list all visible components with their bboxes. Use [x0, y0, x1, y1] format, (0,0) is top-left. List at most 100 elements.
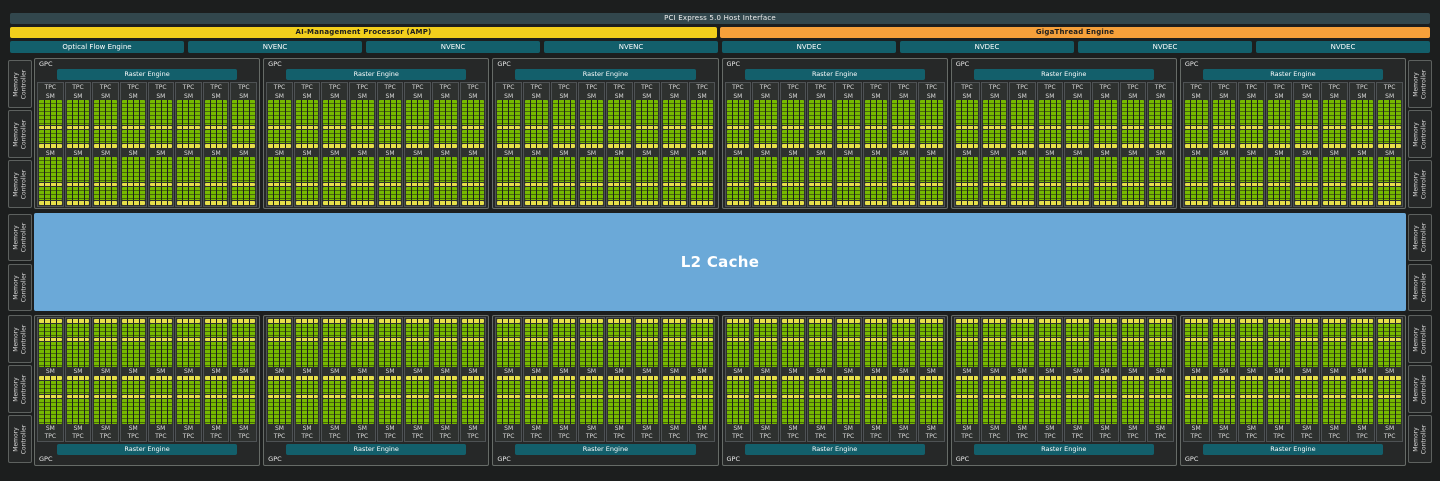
sm-label: SM [697, 92, 707, 100]
sm-register-strip [1267, 376, 1291, 380]
sm-label: SM [1155, 367, 1165, 375]
sm-block: SM [524, 375, 548, 432]
sm-label: SM [816, 149, 826, 157]
sm-block: SM [232, 149, 256, 206]
raster-engine-bar: Raster Engine [973, 444, 1154, 455]
sm-register-strip [690, 394, 714, 398]
sm-register-strip [1323, 144, 1346, 148]
sm-label: SM [1100, 424, 1110, 432]
sm-label: SM [926, 149, 936, 157]
sm-register-strip [1212, 144, 1236, 148]
sm-core-array [177, 398, 200, 424]
tpc-block: TPC SM SM [835, 82, 862, 207]
tpc-block: SM SM TPC [64, 317, 92, 442]
sm-block: SM [1323, 92, 1346, 149]
tpc-block: TPC SM SM [1091, 82, 1119, 207]
sm-core-array [726, 157, 750, 183]
ai-management-processor-bar: AI-Management Processor (AMP) [10, 27, 717, 38]
memory-controller-label: Memory Controller [1412, 424, 1428, 454]
tpc-block: SM SM TPC [1210, 317, 1238, 442]
sm-register-strip [497, 144, 520, 148]
sm-core-array [39, 100, 62, 126]
tpc-label: TPC [1016, 433, 1029, 440]
sm-label: SM [413, 424, 423, 432]
sm-register-strip [94, 337, 117, 341]
gpc-label: GPC [268, 60, 282, 68]
sm-core-array [295, 341, 319, 367]
raster-engine-bar: Raster Engine [973, 69, 1154, 80]
sm-core-array [1093, 130, 1117, 143]
sm-register-strip [497, 394, 520, 398]
sm-core-array [809, 157, 833, 183]
sm-label: SM [531, 367, 541, 375]
tpc-block: SM SM TPC [1265, 317, 1293, 442]
tpc-label: TPC [1383, 433, 1396, 440]
sm-block: SM [892, 375, 915, 432]
sm-register-strip [149, 183, 173, 187]
sm-label: SM [670, 149, 679, 157]
sm-core-array [204, 187, 228, 200]
sm-label: SM [614, 424, 624, 432]
tpc-label: TPC [1190, 433, 1202, 440]
sm-register-strip [1350, 183, 1374, 187]
memory-controller: Memory Controller [1408, 60, 1432, 108]
sm-block: SM [955, 92, 979, 149]
sm-register-strip [1010, 126, 1034, 130]
sm-core-array [1121, 381, 1145, 394]
sm-core-array [149, 324, 173, 337]
sm-block: SM [149, 375, 173, 432]
tpc-block: TPC SM SM [1348, 82, 1376, 207]
sm-core-array [1350, 130, 1374, 143]
sm-block: SM [461, 375, 485, 432]
sm-block: SM [1212, 318, 1236, 375]
tpc-label: TPC [273, 433, 286, 440]
sm-core-array [434, 381, 457, 394]
sm-register-strip [295, 319, 319, 323]
sm-register-strip [121, 144, 145, 148]
sm-label: SM [642, 424, 652, 432]
sm-block: SM [955, 375, 979, 432]
sm-label: SM [1302, 367, 1312, 375]
sm-block: SM [1121, 318, 1145, 375]
sm-core-array [580, 157, 603, 183]
sm-block: SM [177, 318, 200, 375]
sm-block: SM [1066, 92, 1089, 149]
sm-block: SM [434, 318, 457, 375]
sm-register-strip [781, 394, 805, 398]
sm-core-array [892, 324, 915, 337]
sm-block: SM [663, 375, 686, 432]
sm-register-strip [781, 183, 805, 187]
sm-block: SM [378, 149, 402, 206]
sm-register-strip [892, 376, 915, 380]
sm-label: SM [1329, 367, 1339, 375]
sm-register-strip [66, 337, 90, 341]
tpc-block: SM SM TPC [376, 317, 404, 442]
sm-label: SM [843, 92, 853, 100]
sm-label: SM [468, 149, 478, 157]
sm-register-strip [1378, 337, 1401, 341]
sm-block: SM [461, 92, 485, 149]
sm-register-strip [1295, 337, 1319, 341]
tpc-label: TPC [1273, 433, 1285, 440]
sm-core-array [1212, 381, 1236, 394]
sm-core-array [955, 187, 979, 200]
sm-register-strip [955, 183, 979, 187]
sm-register-strip [837, 183, 860, 187]
sm-label: SM [1155, 92, 1165, 100]
sm-register-strip [149, 126, 173, 130]
memory-controller: Memory Controller [1408, 110, 1432, 158]
sm-label: SM [788, 424, 798, 432]
sm-core-array [552, 398, 576, 424]
sm-register-strip [1093, 183, 1117, 187]
sm-core-array [1066, 398, 1089, 424]
sm-register-strip [754, 144, 777, 148]
sm-register-strip [1350, 319, 1374, 323]
tpc-block: SM SM TPC [1147, 317, 1174, 442]
tpc-label: TPC [301, 433, 313, 440]
sm-register-strip [983, 394, 1006, 398]
sm-register-strip [663, 376, 686, 380]
media-engine-nvenc: NVENC [544, 41, 718, 53]
tpc-row: TPC SM SM TPC SM SM TPC SM SM TPC SM SM TPC SM SM TPC SM… [724, 82, 945, 207]
sm-register-strip [1066, 337, 1089, 341]
tpc-label: TPC [238, 433, 250, 440]
